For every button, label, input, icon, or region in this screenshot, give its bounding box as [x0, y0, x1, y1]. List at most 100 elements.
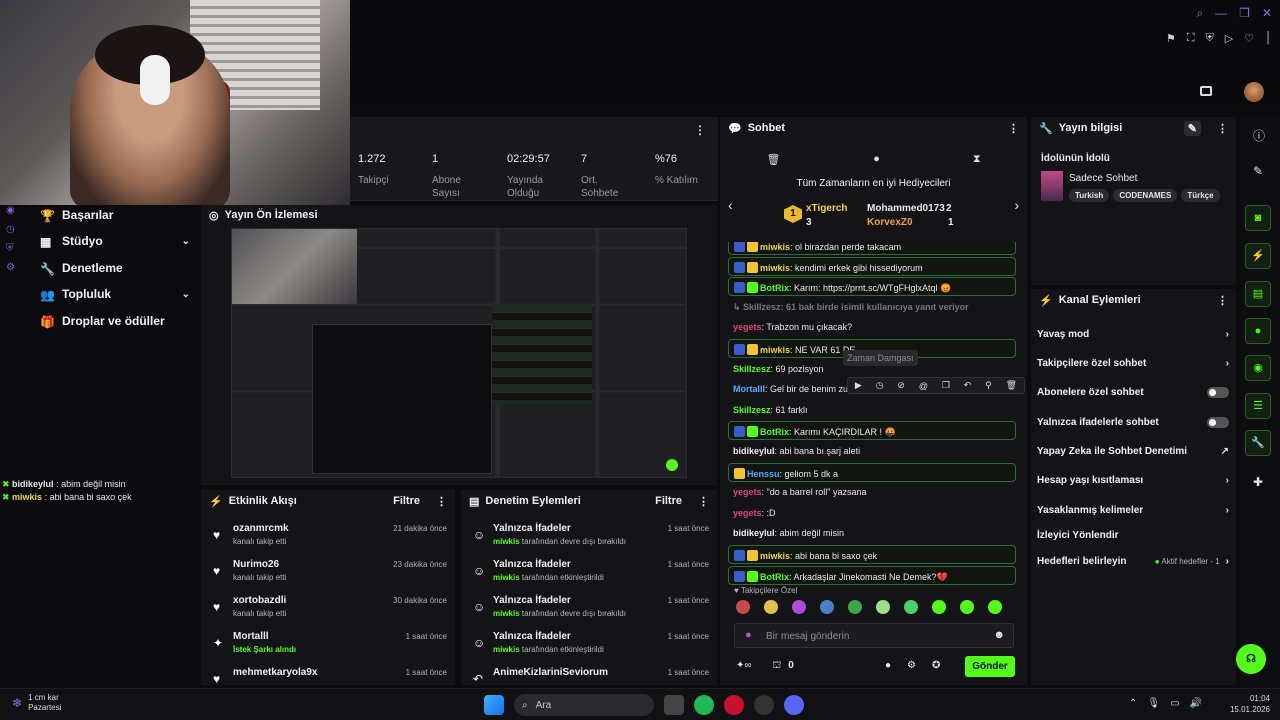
modlog-filter-button[interactable]: Filtre [655, 495, 682, 507]
send-button[interactable]: Gönder [965, 656, 1015, 677]
chat-username[interactable]: miwkis [760, 345, 790, 355]
gear-icon[interactable]: ⚙ [907, 660, 916, 671]
modlog-item[interactable]: ☺ Yalnızca İfadeler miwkis tarafından devr… [461, 520, 717, 556]
history-icon[interactable]: ◷ [6, 224, 22, 235]
activity-item[interactable]: ♥ xortobazdli kanalı takip etti 30 dakika ö… [201, 592, 455, 628]
emote-icon[interactable] [876, 600, 890, 614]
document-icon[interactable]: ▤ [1245, 281, 1271, 307]
pin-icon[interactable]: ⚲ [985, 380, 992, 391]
tag[interactable]: Türkçe [1181, 189, 1220, 202]
info-icon[interactable]: ⓘ [1253, 127, 1265, 144]
chat-username[interactable]: bidikeylul [733, 528, 775, 538]
gifter-name[interactable]: KorvexZ0 [867, 217, 913, 228]
nav-moderation[interactable]: 🔧 Denetleme [40, 261, 190, 276]
action-ai-moderation[interactable]: Yapay Zeka ile Sohbet Denetimi ↗ [1037, 446, 1229, 457]
chat-message[interactable]: BotRix: Karım: https://prnt.sc/WTgFHglxA… [728, 277, 1016, 297]
close-icon[interactable]: ✕ [1262, 6, 1272, 21]
nav-achievements[interactable]: 🏆 Başarılar [40, 208, 190, 223]
heart-icon[interactable]: ♡ [1244, 32, 1254, 45]
emote-icon[interactable] [988, 600, 1002, 614]
chevron-up-icon[interactable]: ⌃ [1129, 698, 1137, 709]
menu-icon[interactable]: ⋮ [436, 495, 447, 508]
chat-username[interactable]: Skillzesz [733, 405, 771, 415]
chat-message[interactable]: Skillzesz: 61 farklı [728, 401, 1016, 420]
minimize-icon[interactable]: — [1215, 6, 1227, 21]
action-subscribers-only[interactable]: Abonelere özel sohbet [1037, 387, 1229, 398]
action-banned-words[interactable]: Yasaklanmış kelimeler › [1037, 505, 1229, 516]
pencil-icon[interactable]: ✎ [1253, 164, 1263, 178]
action-slow-mode[interactable]: Yavaş mod › [1037, 329, 1229, 340]
action-account-age[interactable]: Hesap yaşı kısıtlaması › [1037, 475, 1229, 486]
settings-icon[interactable]: ⚙ [6, 262, 22, 273]
trash-icon[interactable]: 🗑 [766, 153, 780, 166]
emote-icon[interactable] [960, 600, 974, 614]
activity-filter-button[interactable]: Filtre [393, 495, 420, 507]
activity-item[interactable]: ✦ Mortalll İstek Şarkı alındı 1 saat önce [201, 628, 455, 664]
emote-icon[interactable] [764, 600, 778, 614]
crop-icon[interactable]: ⛶ [1187, 32, 1195, 45]
chat-message[interactable]: Henssu: geliom 5 dk a [728, 462, 1016, 482]
clock[interactable]: 01:04 15.01.2026 [1230, 693, 1270, 715]
spotify-icon[interactable] [694, 695, 714, 715]
menu-icon[interactable]: ⋮ [1008, 122, 1019, 135]
menu-icon[interactable]: ⋮ [1217, 122, 1228, 135]
chat-bubble-icon[interactable]: ● [873, 153, 880, 166]
chat-input[interactable]: ● Bir mesaj gönderin ☻ [734, 623, 1014, 648]
chat-message[interactable]: bidikeylul: abim değil misin [728, 524, 1016, 543]
activity-item[interactable]: ♥ Nurimo26 kanalı takip etti 23 dakika önce [201, 556, 455, 592]
chat-message[interactable]: miwkis: abi bana bi saxo çek [728, 545, 1016, 564]
shield-icon[interactable]: ⛨ [6, 243, 22, 254]
subscribers-only-toggle[interactable] [1207, 387, 1229, 398]
menu-icon[interactable]: ⋮ [698, 495, 709, 508]
chat-message[interactable]: bidikeylul: abi bana bı şarj aleti [728, 442, 1016, 461]
user-avatar[interactable] [1244, 82, 1264, 102]
opera-icon[interactable] [724, 695, 744, 715]
action-host[interactable]: İzleyici Yönlendir [1037, 530, 1229, 541]
hourglass-icon[interactable]: ⧗ [973, 153, 981, 166]
nav-studio[interactable]: ▦ Stüdyo ⌄ [40, 234, 190, 249]
chat-message[interactable]: miwkis: ol birazdan perde takacam [728, 242, 1016, 255]
chat-username[interactable]: BotRix [760, 283, 789, 293]
network-icon[interactable]: ▭ [1170, 698, 1179, 709]
broadcast-icon[interactable]: ◉ [1245, 355, 1271, 381]
emote-icon[interactable] [904, 600, 918, 614]
gifter-name[interactable]: xTigerch [806, 203, 848, 214]
microphone-icon[interactable]: 🎙 [1147, 698, 1160, 709]
windows-start-icon[interactable] [484, 695, 504, 715]
category-name[interactable]: Sadece Sohbet [1069, 173, 1137, 184]
nav-community[interactable]: 👥 Topluluk ⌄ [40, 287, 190, 302]
gifter-name[interactable]: Mohammed0173 [867, 203, 945, 214]
emoji-icon[interactable]: ☻ [993, 629, 1005, 641]
edit-icon[interactable]: ✎ [1183, 120, 1201, 136]
bolt-icon[interactable]: ⚡ [1245, 243, 1271, 269]
chevron-left-icon[interactable]: ‹ [728, 197, 733, 213]
search-icon[interactable]: ⌕ [1196, 6, 1203, 21]
chat-username[interactable]: BotRix [760, 427, 789, 437]
action-emotes-only[interactable]: Yalnızca ifadelerle sohbet [1037, 417, 1229, 428]
chat-username[interactable]: Mortalll [733, 384, 765, 394]
chat-icon[interactable]: ● [1245, 318, 1271, 344]
chat-message[interactable]: BotRix: Karımı KAÇIRDILAR ! 🤬 [728, 421, 1016, 441]
chat-username[interactable]: miwkis [760, 242, 790, 252]
chat-message[interactable]: miwkis: kendimi erkek gibi hissediyorum [728, 256, 1016, 276]
modlog-item[interactable]: ☺ Yalnızca İfadeler miwkis tarafından devr… [461, 592, 717, 628]
file-explorer-icon[interactable] [664, 695, 684, 715]
app-icon[interactable] [754, 695, 774, 715]
chat-message[interactable]: BotRix: Arkadaşlar Jinekomasti Ne Demek?… [728, 565, 1016, 585]
tag[interactable]: CODENAMES [1113, 189, 1178, 202]
chevron-right-icon[interactable]: › [1014, 197, 1019, 213]
chat-message[interactable]: yegets: Trabzon mu çıkacak? [728, 318, 1016, 337]
undo-icon[interactable]: ↶ [964, 380, 972, 391]
chat-message[interactable]: yegets: "do a barrel roll" yazsana [728, 483, 1016, 502]
taskbar-search[interactable]: ⌕ Ara [514, 694, 654, 716]
chat-username[interactable]: bidikeylul [733, 446, 775, 456]
chat-message[interactable]: yegets: :D [728, 504, 1016, 523]
play-icon[interactable]: ▶ [855, 380, 862, 391]
emote-icon[interactable] [932, 600, 946, 614]
support-icon[interactable]: ☊ [1236, 644, 1266, 674]
shield-icon[interactable]: ⛨ [1206, 32, 1214, 45]
chat-username[interactable]: Henssu [747, 469, 780, 479]
preview-video[interactable] [231, 228, 687, 478]
chat-username[interactable]: ↳ Skillzesz: 61 bak birde isimli kullanı… [733, 302, 969, 312]
chat-username[interactable]: miwkis [760, 551, 790, 561]
